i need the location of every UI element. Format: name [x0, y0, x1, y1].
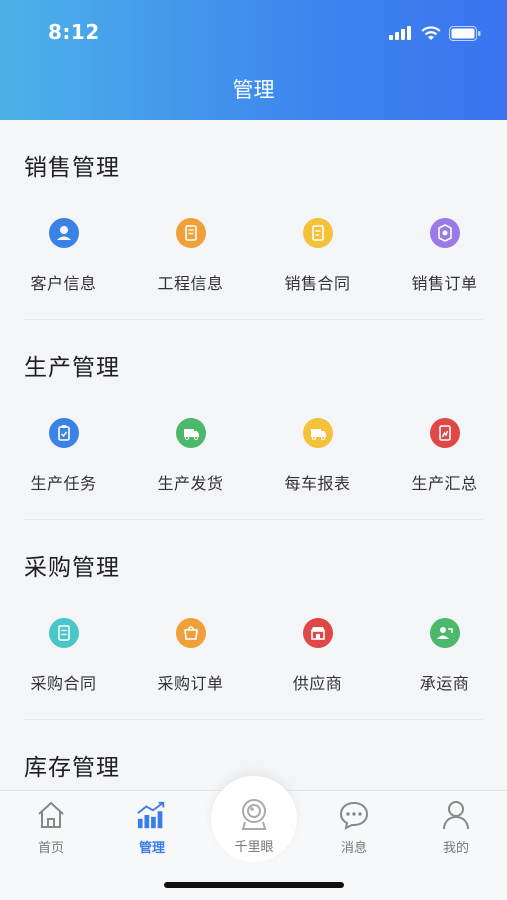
home-indicator — [164, 882, 344, 888]
menu-item-production-task[interactable]: 生产任务 — [0, 418, 127, 518]
section-title: 销售管理 — [24, 155, 120, 181]
menu-item-supplier[interactable]: 供应商 — [254, 618, 381, 718]
supplier-icon — [302, 618, 333, 648]
tab-manage[interactable]: 管理 — [112, 799, 192, 859]
menu-item-label: 客户信息 — [30, 274, 97, 293]
tab-mine[interactable]: 我的 — [416, 799, 496, 859]
divider — [24, 519, 483, 520]
menu-item-label: 采购合同 — [30, 674, 97, 693]
chart-icon — [137, 801, 165, 829]
divider — [24, 719, 483, 720]
tab-messages[interactable]: 消息 — [314, 799, 394, 859]
wifi-icon — [421, 25, 441, 40]
menu-item-label: 每车报表 — [284, 474, 351, 493]
camera-icon — [241, 799, 267, 830]
tab-label: 首页 — [37, 841, 64, 856]
menu-item-production-summary[interactable]: 生产汇总 — [381, 418, 507, 518]
tab-home[interactable]: 首页 — [11, 799, 91, 859]
menu-item-label: 销售订单 — [411, 274, 478, 293]
user-icon — [443, 801, 469, 830]
purchase-contract-icon — [48, 618, 79, 648]
home-icon — [38, 801, 64, 828]
menu-item-carrier[interactable]: 承运商 — [381, 618, 507, 718]
menu-item-purchase-contract[interactable]: 采购合同 — [0, 618, 127, 718]
menu-item-customer-info[interactable]: 客户信息 — [0, 218, 127, 318]
tab-eye[interactable]: 千里眼 — [212, 796, 296, 856]
menu-item-production-delivery[interactable]: 生产发货 — [127, 418, 254, 518]
section-title: 生产管理 — [24, 355, 120, 381]
menu-item-purchase-order[interactable]: 采购订单 — [127, 618, 254, 718]
battery-icon — [449, 25, 481, 41]
contract-icon — [302, 218, 333, 248]
order-icon — [429, 218, 460, 248]
menu-item-label: 供应商 — [292, 674, 343, 693]
menu-item-label: 生产任务 — [30, 474, 97, 493]
menu-item-sales-order[interactable]: 销售订单 — [381, 218, 507, 318]
tab-label: 我的 — [442, 841, 469, 856]
menu-item-label: 工程信息 — [157, 274, 224, 293]
menu-item-label: 承运商 — [419, 674, 470, 693]
tab-label: 消息 — [340, 841, 367, 856]
menu-item-label: 生产汇总 — [411, 474, 478, 493]
signal-icon — [389, 26, 411, 40]
page-title: 管理 — [232, 78, 275, 102]
header: 8:12 管理 — [0, 0, 507, 120]
menu-item-label: 生产发货 — [157, 474, 224, 493]
status-icons — [389, 24, 481, 42]
customer-icon — [48, 218, 79, 248]
project-icon — [175, 218, 206, 248]
tab-label: 管理 — [138, 841, 165, 856]
delivery-icon — [175, 418, 206, 448]
purchase-order-icon — [175, 618, 206, 648]
status-bar: 8:12 — [0, 0, 507, 66]
menu-item-label: 销售合同 — [284, 274, 351, 293]
summary-icon — [429, 418, 460, 448]
tab-label: 千里眼 — [234, 840, 274, 855]
message-icon — [339, 801, 369, 830]
section-title: 采购管理 — [24, 555, 120, 581]
carrier-icon — [429, 618, 460, 648]
task-icon — [48, 418, 79, 448]
menu-item-truck-report[interactable]: 每车报表 — [254, 418, 381, 518]
section-title: 库存管理 — [24, 755, 120, 781]
main-content[interactable]: 销售管理 客户信息 工程信息 销售合同 销售订单 生产管理 生产任务 生产发货 … — [0, 120, 507, 790]
menu-item-label: 采购订单 — [157, 674, 224, 693]
menu-item-sales-contract[interactable]: 销售合同 — [254, 218, 381, 318]
menu-item-project-info[interactable]: 工程信息 — [127, 218, 254, 318]
status-time: 8:12 — [48, 20, 100, 44]
divider — [24, 319, 483, 320]
truck-report-icon — [302, 418, 333, 448]
